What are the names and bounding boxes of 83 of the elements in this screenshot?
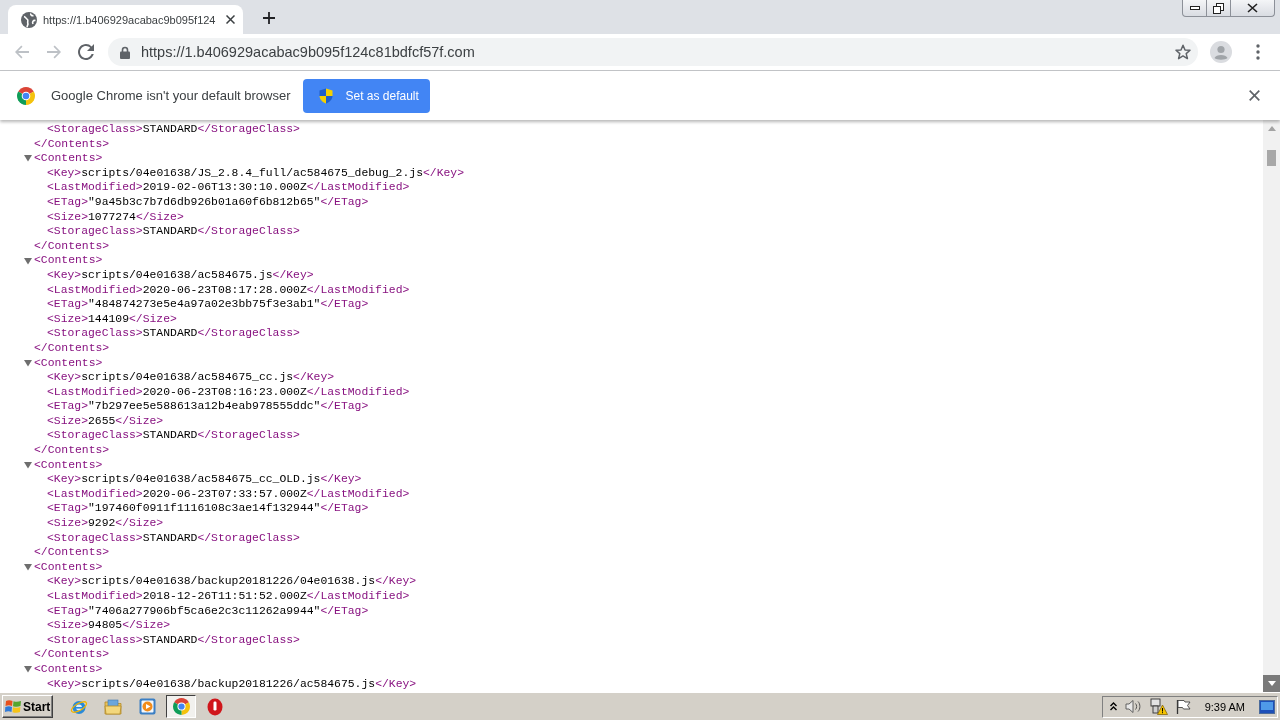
xml-element: <Size>144109</Size>: [47, 311, 177, 327]
globe-icon: [21, 11, 37, 28]
xml-close-tag: </Contents>: [34, 647, 110, 662]
plus-icon: [263, 12, 275, 24]
xml-close-tag: </Contents>: [34, 238, 110, 254]
xml-open-tag: <Contents>: [34, 355, 103, 371]
xml-open-tag: <Contents>: [34, 253, 103, 268]
flag-logo-icon: [5, 699, 22, 714]
browser-logo-icon: [172, 698, 190, 715]
xml-element: <ETag>"484874273e5e4a97a02e3bb75f3e3ab1"</ETag>: [47, 297, 369, 312]
xml-element: <Key>scripts/04e01638/ac584675_cc_OLD.js</Key>: [47, 472, 362, 487]
flag-icon[interactable]: [1175, 699, 1191, 714]
network-warning-icon[interactable]: [1149, 698, 1168, 715]
browser-logo-icon: [17, 86, 35, 105]
xml-element: <LastModified>2020-06-23T08:16:23.000Z</LastModified>: [47, 384, 410, 400]
triangle-toggle-icon[interactable]: [24, 358, 32, 367]
xml-element: <LastModified>2018-12-26T11:51:52.000Z</LastModified>: [47, 589, 410, 604]
triangle-toggle-icon[interactable]: [24, 563, 32, 572]
folder-icon: [104, 698, 122, 715]
xml-open-tag: <Contents>: [34, 559, 103, 575]
xml-element: <Size>1077274</Size>: [47, 209, 184, 225]
left-arrow-icon: [14, 44, 30, 60]
infobar-message: Google Chrome isn't your default browser: [51, 88, 291, 103]
up-chevrons-icon[interactable]: [1109, 702, 1117, 711]
xml-close-tag: </Contents>: [34, 443, 110, 458]
xml-element: <Key>scripts/04e01638/backup20181226/04e01638.js</Key>: [47, 574, 417, 589]
xml-element: <ETag>"9a45b3c7b7d6db926b01a60f6b812b65"</ETag>: [47, 194, 369, 210]
xml-open-tag: <Contents>: [34, 661, 103, 677]
triangle-toggle-icon[interactable]: [24, 256, 32, 265]
scrollbar-thumb[interactable]: [1267, 150, 1276, 166]
close-icon: [1248, 90, 1260, 101]
set-default-button[interactable]: Set as default: [303, 78, 431, 113]
scrollbar[interactable]: [1263, 120, 1280, 692]
xml-element: <Key>scripts/04e01638/ac584675_cc.js</Key>: [47, 370, 335, 385]
restore-icon: [1213, 2, 1224, 14]
xml-open-tag: <Contents>: [34, 457, 103, 473]
right-arrow-icon: [46, 44, 62, 60]
down-arrow-icon: [1267, 681, 1276, 686]
reload-icon: [78, 44, 94, 60]
xml-element: <StorageClass>STANDARD</StorageClass>: [47, 632, 300, 648]
xml-element: <LastModified>2020-06-23T07:33:57.000Z</LastModified>: [47, 486, 410, 502]
xml-element: <StorageClass>STANDARD</StorageClass>: [47, 122, 300, 137]
star-icon: [1175, 44, 1191, 60]
xml-element: <Key>scripts/04e01638/ac584675.js</Key>: [47, 267, 314, 283]
start-button[interactable]: Start: [2, 695, 53, 718]
xml-element: <StorageClass>STANDARD</StorageClass>: [47, 326, 300, 341]
xml-element: <Key>scripts/04e01638/backup20181226/ac584675.js</Key>: [47, 676, 417, 692]
triangle-toggle-icon[interactable]: [24, 665, 32, 674]
close-icon: [226, 15, 235, 24]
avatar-icon: [1210, 41, 1232, 63]
address-bar[interactable]: https://1.b406929acabac9b095f124c81bdfcf57f.com: [108, 38, 1198, 66]
clock[interactable]: 9:39 AM: [1204, 700, 1245, 713]
xml-element: <Size>2655</Size>: [47, 413, 164, 429]
xml-element: <Key>scripts/04e01638/JS_2.8.4_full/ac584675_debug_2.js</Key>: [47, 165, 464, 181]
xml-close-tag: </Contents>: [34, 545, 110, 560]
xml-element: <StorageClass>STANDARD</StorageClass>: [47, 530, 300, 546]
xml-element: <LastModified>2020-06-23T08:17:28.000Z</LastModified>: [47, 282, 410, 298]
xml-element: <StorageClass>STANDARD</StorageClass>: [47, 428, 300, 444]
xml-element: <ETag>"197460f0911f1116108c3ae14f132944"</ETag>: [47, 501, 369, 517]
xml-element: <LastModified>2019-02-06T13:30:10.000Z</LastModified>: [47, 180, 410, 195]
xml-element: <ETag>"7b297ee5e588613a12b4eab978555ddc"</ETag>: [47, 399, 369, 414]
shield-icon: [319, 87, 334, 104]
close-icon: [1247, 3, 1258, 13]
browser-tab[interactable]: https://1.b406929acabac9b095f124: [8, 5, 243, 34]
alert-icon: [207, 697, 223, 716]
minimize-icon: [1189, 6, 1200, 10]
xml-open-tag: <Contents>: [34, 151, 103, 166]
taskbar-button[interactable]: [166, 695, 196, 718]
lock-icon: [120, 45, 130, 59]
xml-close-tag: </Contents>: [34, 136, 110, 152]
xml-element: <StorageClass>STANDARD</StorageClass>: [47, 224, 300, 239]
menu-icon: [1256, 44, 1260, 60]
xml-element: <Size>9292</Size>: [47, 516, 164, 531]
xml-element: <Size>94805</Size>: [47, 618, 171, 633]
desktop-icon[interactable]: [1259, 699, 1275, 714]
scroll-down-button[interactable]: [1263, 675, 1280, 692]
triangle-toggle-icon[interactable]: [24, 154, 32, 163]
xml-close-tag: </Contents>: [34, 340, 110, 356]
xml-element: <ETag>"7406a277906bf5ca6e2c3c11262a9944"</ETag>: [47, 603, 369, 619]
speaker-icon[interactable]: [1124, 699, 1142, 714]
play-icon: [138, 698, 156, 715]
up-arrow-icon: [1267, 126, 1276, 131]
triangle-toggle-icon[interactable]: [24, 460, 32, 469]
